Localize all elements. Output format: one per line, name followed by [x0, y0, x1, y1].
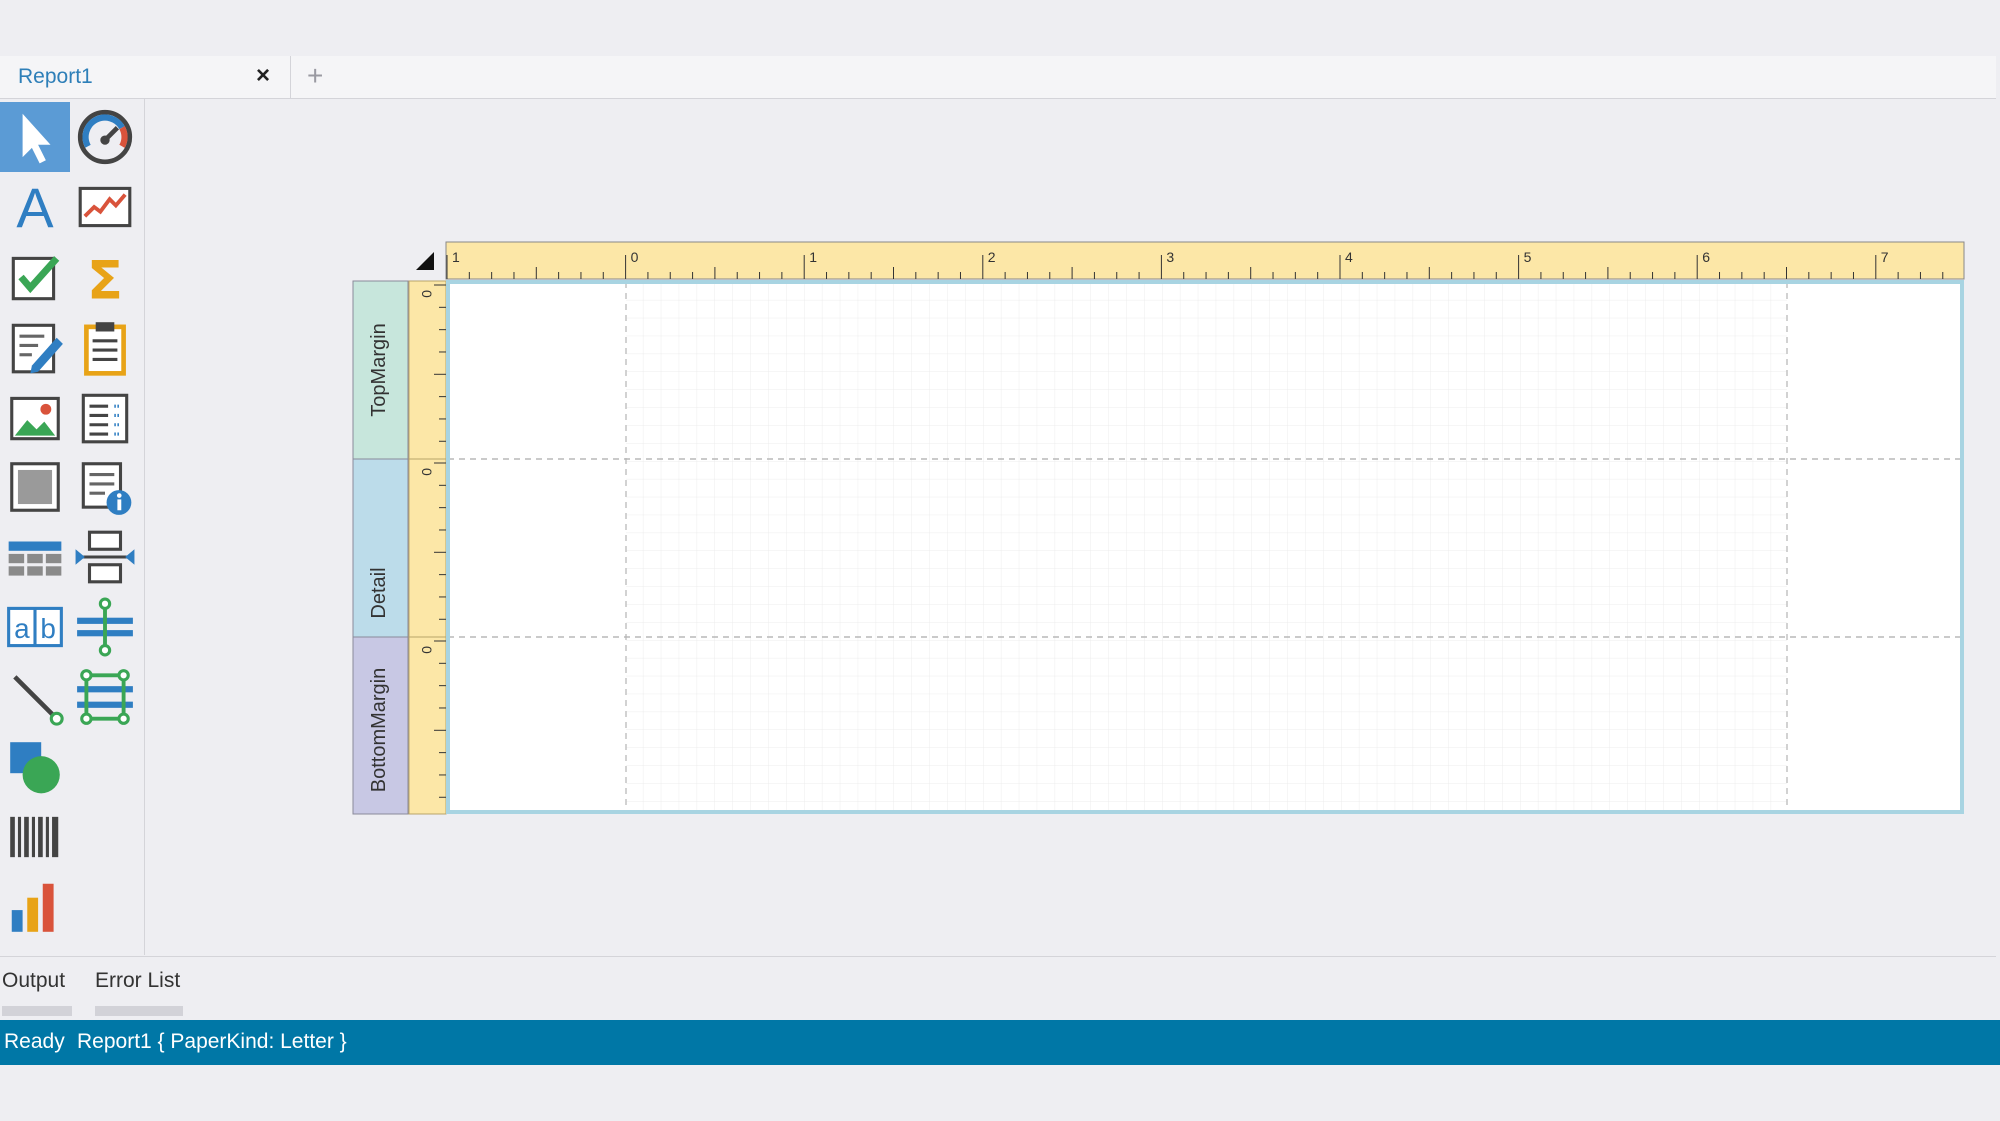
vertical-ruler-zero-bottommargin: 0: [419, 646, 435, 654]
shape-icon[interactable]: [0, 732, 70, 802]
document-tab-strip: Report1 × +: [0, 56, 1996, 99]
ruler-number: 2: [988, 249, 996, 265]
toc-icon[interactable]: [70, 382, 140, 452]
richtext-icon[interactable]: [0, 312, 70, 382]
cross-band-line-icon[interactable]: [70, 592, 140, 662]
tab-report1[interactable]: Report1 ×: [0, 56, 291, 98]
vertical-ruler-zero-detail: 0: [419, 468, 435, 476]
svg-text:a: a: [14, 613, 30, 644]
ruler-corner[interactable]: [416, 252, 434, 270]
table-icon[interactable]: [0, 522, 70, 592]
gauge-icon[interactable]: [70, 102, 140, 172]
label-icon[interactable]: A: [0, 172, 70, 242]
report-design-canvas: 101234567 TopMargin Detail BottomMargin …: [352, 241, 1965, 815]
tab-output[interactable]: Output: [2, 969, 65, 993]
line-icon[interactable]: [0, 662, 70, 732]
chart-icon[interactable]: [0, 872, 70, 942]
design-surface: 101234567 TopMargin Detail BottomMargin …: [145, 99, 1996, 955]
horizontal-ruler: [445, 241, 1965, 280]
tab-output-indicator: [2, 1006, 72, 1016]
ruler-number: 7: [1881, 249, 1889, 265]
vertical-ruler-zero-topmargin: 0: [419, 290, 435, 298]
ruler-number: 1: [809, 249, 817, 265]
sigma-icon[interactable]: Σ: [70, 242, 140, 312]
svg-text:Σ: Σ: [87, 251, 123, 308]
ruler-number: 6: [1702, 249, 1710, 265]
ruler-number: 3: [1166, 249, 1174, 265]
checkbox-icon[interactable]: [0, 242, 70, 312]
close-icon[interactable]: ×: [256, 62, 270, 90]
picture-icon[interactable]: [0, 382, 70, 452]
sparkline-icon[interactable]: [70, 172, 140, 242]
cross-band-box-icon[interactable]: [70, 662, 140, 732]
add-tab-icon[interactable]: +: [307, 60, 323, 92]
toolbox: A Σ a b: [0, 99, 145, 955]
band-label-topmargin: TopMargin: [368, 323, 390, 416]
status-report-info: Report1 { PaperKind: Letter }: [77, 1030, 347, 1053]
barcode-icon[interactable]: [0, 802, 70, 872]
page-grid: [626, 282, 1787, 812]
band-label-detail: Detail: [368, 567, 390, 618]
tab-error-list-indicator: [95, 1006, 183, 1016]
ruler-number: 5: [1524, 249, 1532, 265]
page-info-icon[interactable]: [70, 452, 140, 522]
clipboard-icon[interactable]: [70, 312, 140, 382]
bottom-panel-tabs: Output Error List: [0, 956, 1996, 1020]
svg-text:b: b: [40, 613, 56, 644]
ruler-number: 0: [631, 249, 639, 265]
band-label-bottommargin: BottomMargin: [368, 668, 390, 793]
character-comb-icon[interactable]: a b: [0, 592, 70, 662]
panel-icon[interactable]: [0, 452, 70, 522]
status-ready: Ready: [4, 1030, 65, 1053]
tab-report1-label: Report1: [18, 65, 93, 88]
svg-text:A: A: [16, 176, 54, 238]
pointer-icon[interactable]: [0, 102, 70, 172]
status-bar: Ready Report1 { PaperKind: Letter }: [0, 1020, 2000, 1065]
ruler-number: 4: [1345, 249, 1353, 265]
tab-error-list[interactable]: Error List: [95, 969, 180, 993]
ruler-number: 1: [452, 249, 460, 265]
page-break-icon[interactable]: [70, 522, 140, 592]
